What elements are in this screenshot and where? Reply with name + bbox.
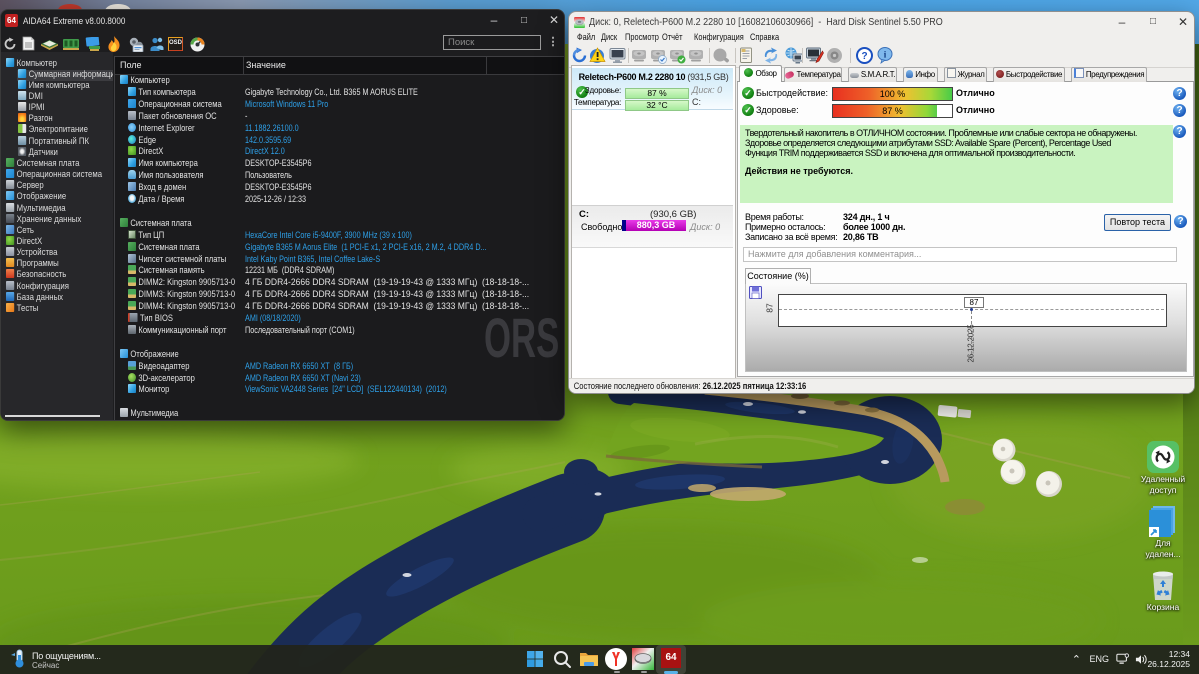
svg-text:?: ?: [861, 51, 867, 62]
